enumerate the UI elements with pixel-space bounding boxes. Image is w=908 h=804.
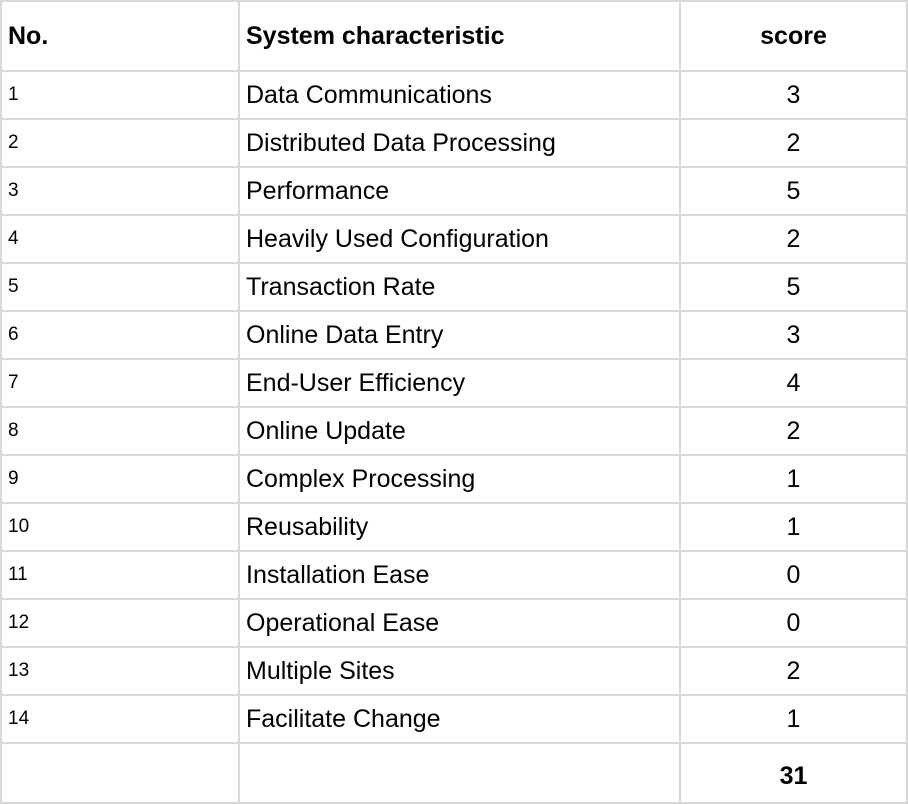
- cell-score[interactable]: 1: [681, 696, 908, 744]
- total-no-cell[interactable]: [0, 744, 240, 804]
- cell-characteristic[interactable]: Online Update: [240, 408, 681, 456]
- cell-score[interactable]: 2: [681, 216, 908, 264]
- cell-no[interactable]: 2: [0, 120, 240, 168]
- cell-score[interactable]: 0: [681, 600, 908, 648]
- cell-characteristic[interactable]: Online Data Entry: [240, 312, 681, 360]
- cell-no[interactable]: 4: [0, 216, 240, 264]
- cell-characteristic[interactable]: Heavily Used Configuration: [240, 216, 681, 264]
- cell-no[interactable]: 5: [0, 264, 240, 312]
- cell-score[interactable]: 5: [681, 168, 908, 216]
- cell-score[interactable]: 2: [681, 120, 908, 168]
- cell-characteristic[interactable]: Facilitate Change: [240, 696, 681, 744]
- header-no[interactable]: No.: [0, 0, 240, 72]
- cell-no[interactable]: 12: [0, 600, 240, 648]
- cell-score[interactable]: 1: [681, 456, 908, 504]
- cell-score[interactable]: 0: [681, 552, 908, 600]
- cell-characteristic[interactable]: Reusability: [240, 504, 681, 552]
- cell-no[interactable]: 3: [0, 168, 240, 216]
- cell-no[interactable]: 13: [0, 648, 240, 696]
- total-characteristic-cell[interactable]: [240, 744, 681, 804]
- cell-score[interactable]: 1: [681, 504, 908, 552]
- total-score-cell[interactable]: 31: [681, 744, 908, 804]
- cell-score[interactable]: 5: [681, 264, 908, 312]
- cell-score[interactable]: 2: [681, 648, 908, 696]
- cell-characteristic[interactable]: Distributed Data Processing: [240, 120, 681, 168]
- cell-score[interactable]: 2: [681, 408, 908, 456]
- cell-no[interactable]: 10: [0, 504, 240, 552]
- cell-score[interactable]: 4: [681, 360, 908, 408]
- cell-characteristic[interactable]: Complex Processing: [240, 456, 681, 504]
- cell-no[interactable]: 14: [0, 696, 240, 744]
- cell-score[interactable]: 3: [681, 312, 908, 360]
- header-score[interactable]: score: [681, 0, 908, 72]
- cell-characteristic[interactable]: Transaction Rate: [240, 264, 681, 312]
- header-system-characteristic[interactable]: System characteristic: [240, 0, 681, 72]
- cell-characteristic[interactable]: Operational Ease: [240, 600, 681, 648]
- cell-no[interactable]: 9: [0, 456, 240, 504]
- spreadsheet-table: No. System characteristic score 1 Data C…: [0, 0, 908, 804]
- cell-characteristic[interactable]: Performance: [240, 168, 681, 216]
- cell-no[interactable]: 11: [0, 552, 240, 600]
- cell-no[interactable]: 8: [0, 408, 240, 456]
- cell-characteristic[interactable]: Multiple Sites: [240, 648, 681, 696]
- cell-characteristic[interactable]: Installation Ease: [240, 552, 681, 600]
- cell-no[interactable]: 1: [0, 72, 240, 120]
- cell-no[interactable]: 7: [0, 360, 240, 408]
- cell-characteristic[interactable]: Data Communications: [240, 72, 681, 120]
- table-grid: No. System characteristic score 1 Data C…: [0, 0, 908, 804]
- cell-score[interactable]: 3: [681, 72, 908, 120]
- cell-characteristic[interactable]: End-User Efficiency: [240, 360, 681, 408]
- cell-no[interactable]: 6: [0, 312, 240, 360]
